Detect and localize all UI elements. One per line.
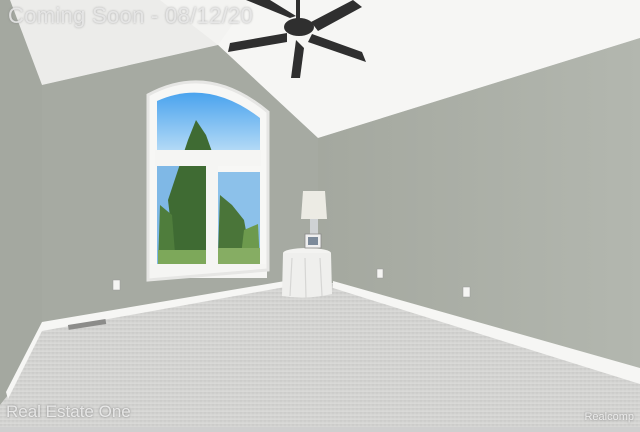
coming-soon-date: 2/20	[209, 3, 254, 28]
side-table	[282, 248, 332, 299]
picture-frame-photo	[308, 237, 318, 245]
arched-window	[146, 80, 270, 282]
site-watermark: Realcomp	[584, 411, 634, 423]
coming-soon-watermark: Coming Soon - 08/12/20	[8, 3, 253, 29]
coming-soon-text: Coming Soon - 08/1	[8, 3, 210, 28]
room-photo: Coming Soon - 08/12/20 Real Estate One R…	[0, 0, 640, 427]
brand-watermark: Real Estate One	[6, 402, 131, 421]
